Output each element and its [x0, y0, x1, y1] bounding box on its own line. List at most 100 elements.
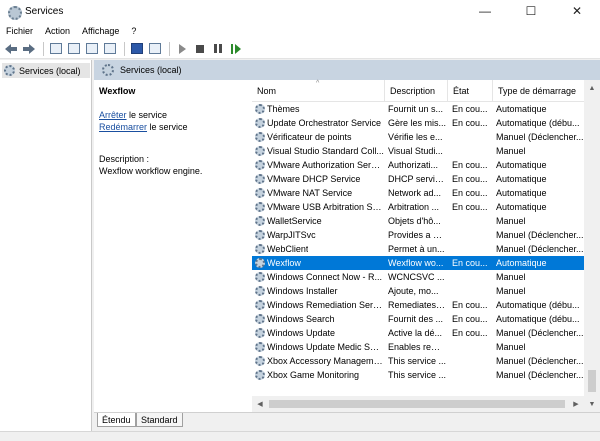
show-action-pane-icon[interactable]: [147, 41, 163, 57]
menu-file[interactable]: Fichier: [0, 26, 39, 36]
table-row[interactable]: Update Orchestrator Service Gère les mis.…: [252, 116, 584, 130]
tab-extended[interactable]: Étendu: [97, 413, 136, 427]
row-name-cell: VMware USB Arbitration Ser...: [255, 200, 384, 214]
table-row[interactable]: Windows Installer Ajoute, mo... Manuel: [252, 284, 584, 298]
table-row[interactable]: VMware Authorization Servi... Authorizati…: [252, 158, 584, 172]
service-startup-type: Manuel (Déclencher...: [496, 230, 584, 240]
content-pane: Services (local) Wexflow Arrêter le serv…: [94, 60, 600, 431]
service-name: Wexflow: [267, 258, 301, 268]
service-description: Remediates ...: [388, 300, 446, 310]
gear-icon: [255, 216, 265, 226]
menu-bar: Fichier Action Affichage ?: [0, 22, 600, 39]
service-description: Visual Studi...: [388, 146, 443, 156]
minimize-button[interactable]: —: [462, 0, 508, 22]
restart-service-suffix: le service: [147, 122, 188, 132]
close-button[interactable]: ✕: [554, 0, 600, 22]
service-state: [452, 228, 492, 242]
service-state: En cou...: [452, 174, 488, 184]
restart-service-icon[interactable]: [228, 41, 244, 57]
stop-service-link[interactable]: Arrêter: [99, 110, 127, 120]
restart-service-row: Redémarrer le service: [99, 122, 188, 132]
table-row[interactable]: Visual Studio Standard Coll... Visual Stu…: [252, 144, 584, 158]
service-startup-type: Automatique (débu...: [496, 300, 580, 310]
service-name: WalletService: [267, 216, 322, 226]
stop-service-icon[interactable]: [192, 41, 208, 57]
service-description: Enables rem...: [388, 342, 446, 352]
service-startup-type: Automatique: [496, 258, 547, 268]
table-row[interactable]: VMware DHCP Service DHCP servic... En cou.…: [252, 172, 584, 186]
service-state: En cou...: [452, 118, 488, 128]
gear-icon: [255, 356, 265, 366]
table-row[interactable]: Windows Update Medic Ser... Enables rem..…: [252, 340, 584, 354]
toolbar: [0, 39, 600, 59]
scroll-down-icon[interactable]: ▼: [584, 396, 600, 412]
service-state: En cou...: [452, 188, 488, 198]
service-name: Windows Update: [267, 328, 336, 338]
scroll-thumb[interactable]: [269, 400, 565, 408]
service-name: Windows Update Medic Ser...: [267, 342, 384, 352]
refresh-icon[interactable]: [84, 41, 100, 57]
table-row[interactable]: Xbox Game Monitoring This service ... Manu…: [252, 368, 584, 382]
row-name-cell: Update Orchestrator Service: [255, 116, 384, 130]
scroll-right-icon[interactable]: ▶: [568, 396, 584, 412]
table-row[interactable]: WebClient Permet à un... Manuel (Déclenche…: [252, 242, 584, 256]
service-name: Windows Search: [267, 314, 335, 324]
column-header-name[interactable]: Nom: [252, 80, 385, 102]
back-arrow-icon[interactable]: [3, 41, 19, 57]
menu-action[interactable]: Action: [39, 26, 76, 36]
service-name: WebClient: [267, 244, 309, 254]
service-state: En cou...: [452, 314, 488, 324]
menu-view[interactable]: Affichage: [76, 26, 125, 36]
content-header: Services (local): [94, 60, 600, 80]
properties-icon[interactable]: [66, 41, 82, 57]
pause-service-icon[interactable]: [210, 41, 226, 57]
service-name: VMware NAT Service: [267, 188, 353, 198]
menu-help[interactable]: ?: [125, 26, 142, 36]
scroll-up-icon[interactable]: ▲: [584, 80, 600, 96]
table-row[interactable]: Windows Connect Now - R... WCNCSVC ... Man…: [252, 270, 584, 284]
gear-icon: [255, 244, 265, 254]
column-header-startup-type[interactable]: Type de démarrage: [493, 80, 584, 102]
table-row[interactable]: Windows Update Active la dé... En cou... Ma…: [252, 326, 584, 340]
table-row[interactable]: Thèmes Fournit un s... En cou... Automatiqu…: [252, 102, 584, 116]
table-row[interactable]: Wexflow Wexflow wo... En cou... Automatique: [252, 256, 584, 270]
table-row[interactable]: WarpJITSvc Provides a JI... Manuel (Déclen…: [252, 228, 584, 242]
service-startup-type: Automatique (débu...: [496, 118, 580, 128]
service-description: Objets d'hô...: [388, 216, 441, 226]
service-name: VMware DHCP Service: [267, 174, 361, 184]
show-hide-console-tree-icon[interactable]: [48, 41, 64, 57]
table-row[interactable]: WalletService Objets d'hô... Manuel: [252, 214, 584, 228]
gear-icon: [255, 202, 265, 212]
table-row[interactable]: Vérificateur de points Vérifie les e... Ma…: [252, 130, 584, 144]
maximize-button[interactable]: ☐: [508, 0, 554, 22]
tab-standard[interactable]: Standard: [136, 413, 183, 427]
export-list-icon[interactable]: [102, 41, 118, 57]
service-name: VMware USB Arbitration Ser...: [267, 202, 384, 212]
service-description: This service ...: [388, 356, 446, 366]
column-header-state[interactable]: État: [448, 80, 493, 102]
gear-icon: [255, 342, 265, 352]
service-description: Fournit un s...: [388, 104, 444, 114]
column-header-description[interactable]: Description: [385, 80, 448, 102]
table-row[interactable]: Windows Remediation Servi... Remediates .…: [252, 298, 584, 312]
table-row[interactable]: Windows Search Fournit des ... En cou... Au…: [252, 312, 584, 326]
services-list: ^ Nom Description État Type de démarrage…: [252, 80, 600, 412]
scroll-left-icon[interactable]: ◀: [252, 396, 268, 412]
help-icon[interactable]: [129, 41, 145, 57]
table-row[interactable]: Xbox Accessory Manageme... This service .…: [252, 354, 584, 368]
gear-icon: [255, 174, 265, 184]
service-state: En cou...: [452, 258, 488, 268]
start-service-icon[interactable]: [174, 41, 190, 57]
tree-item-services-local[interactable]: Services (local): [2, 63, 90, 78]
table-row[interactable]: VMware USB Arbitration Ser... Arbitration…: [252, 200, 584, 214]
vertical-scrollbar[interactable]: ▲ ▼: [584, 80, 600, 412]
table-row[interactable]: VMware NAT Service Network ad... En cou...…: [252, 186, 584, 200]
forward-arrow-icon[interactable]: [21, 41, 37, 57]
row-name-cell: Xbox Accessory Manageme...: [255, 354, 384, 368]
restart-service-link[interactable]: Redémarrer: [99, 122, 147, 132]
scroll-thumb[interactable]: [588, 370, 596, 392]
toolbar-separator: [124, 41, 125, 56]
horizontal-scrollbar[interactable]: ◀ ▶: [252, 396, 584, 412]
service-name: Xbox Accessory Manageme...: [267, 356, 384, 366]
row-name-cell: VMware NAT Service: [255, 186, 384, 200]
